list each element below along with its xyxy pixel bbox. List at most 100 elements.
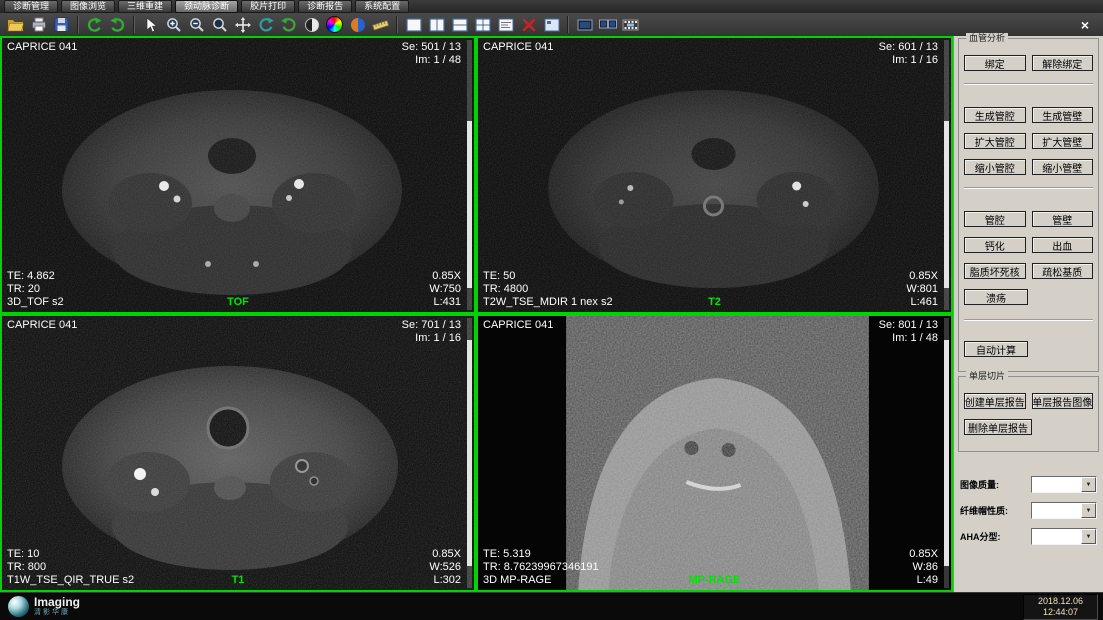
zoom-in-icon[interactable] [163, 15, 184, 35]
lumen-button[interactable]: 管腔 [964, 211, 1026, 227]
ts-imaging-logo-icon [8, 596, 29, 617]
delete-icon[interactable] [518, 15, 539, 35]
bind-button[interactable]: 绑定 [964, 55, 1026, 71]
toolbar-separator [396, 16, 398, 33]
image-scrollbar[interactable] [467, 40, 472, 310]
chevron-down-icon[interactable]: ▼ [1081, 529, 1096, 544]
menu-bar: 诊断管理 图像浏览 三维重建 颈动脉诊断 胶片打印 诊断报告 系统配置 [0, 0, 1103, 13]
image-quality-label: 图像质量: [960, 478, 999, 491]
brand-subtitle: 清影华康 [34, 609, 80, 617]
cine-icon[interactable] [620, 15, 641, 35]
image-quality-select[interactable]: ▼ [1031, 476, 1097, 493]
ulcer-button[interactable]: 溃疡 [964, 289, 1028, 305]
rotate-cw-icon[interactable] [278, 15, 299, 35]
datetime-display: 2018.12.06 12:44:07 [1023, 594, 1098, 620]
shrink-lumen-button[interactable]: 缩小管腔 [964, 159, 1026, 175]
scrollbar-thumb[interactable] [944, 121, 949, 288]
overlay-icon[interactable] [541, 15, 562, 35]
image-scrollbar[interactable] [944, 318, 949, 588]
layout-2x2-icon[interactable] [472, 15, 493, 35]
wall-button[interactable]: 管壁 [1032, 211, 1094, 227]
loose-matrix-button[interactable]: 疏松基质 [1032, 263, 1094, 279]
unbind-button[interactable]: 解除绑定 [1032, 55, 1094, 71]
shrink-wall-button[interactable]: 缩小管壁 [1032, 159, 1094, 175]
color-wheel-icon[interactable] [324, 15, 345, 35]
menu-image-browse[interactable]: 图像浏览 [61, 0, 115, 13]
layout-2x1-icon[interactable] [426, 15, 447, 35]
menu-3d-reconstruction[interactable]: 三维重建 [118, 0, 172, 13]
calcification-button[interactable]: 钙化 [964, 237, 1026, 253]
viewport-t2[interactable]: CAPRICE 041 Se: 601 / 13Im: 1 / 16 TE: 5… [476, 36, 953, 314]
menu-film-print[interactable]: 胶片打印 [241, 0, 295, 13]
slice-report-image-button[interactable]: 单层报告图像 [1032, 393, 1094, 409]
viewport-t1[interactable]: CAPRICE 041 Se: 701 / 13Im: 1 / 16 TE: 1… [0, 314, 476, 592]
chevron-down-icon[interactable]: ▼ [1081, 503, 1096, 518]
undo-icon[interactable] [84, 15, 105, 35]
display-params: 0.85XW:86L:49 [909, 548, 938, 587]
create-wall-button[interactable]: 生成管壁 [1032, 107, 1094, 123]
divider [964, 319, 1093, 321]
window-level-icon[interactable] [301, 15, 322, 35]
hemorrhage-button[interactable]: 出血 [1032, 237, 1094, 253]
series-info: Se: 801 / 13Im: 1 / 48 [879, 319, 938, 345]
patient-label: CAPRICE 041 [483, 41, 553, 54]
right-panel: 血管分析 绑定 解除绑定 生成管腔 生成管壁 扩大管腔 扩大管壁 缩小管腔 缩小… [953, 36, 1103, 592]
scrollbar-thumb[interactable] [944, 340, 949, 567]
open-study-icon[interactable] [5, 15, 26, 35]
rotate-ccw-icon[interactable] [255, 15, 276, 35]
scrollbar-thumb[interactable] [467, 121, 472, 288]
screen-dual-icon[interactable] [597, 15, 618, 35]
fiber-cap-select[interactable]: ▼ [1031, 502, 1097, 519]
annotation-icon[interactable] [495, 15, 516, 35]
expand-wall-button[interactable]: 扩大管壁 [1032, 133, 1094, 149]
date-text: 2018.12.06 [1038, 596, 1083, 607]
display-params: 0.85XW:750L:431 [429, 270, 461, 309]
layout-1x2-icon[interactable] [449, 15, 470, 35]
delete-slice-report-button[interactable]: 删除单层报告 [964, 419, 1032, 435]
menu-diagnosis-management[interactable]: 诊断管理 [4, 0, 58, 13]
brand-name: Imaging [34, 596, 80, 609]
aha-type-select[interactable]: ▼ [1031, 528, 1097, 545]
toolbar: × [0, 13, 1103, 36]
display-params: 0.85XW:801L:461 [906, 270, 938, 309]
print-icon[interactable] [28, 15, 49, 35]
series-info: Se: 601 / 13Im: 1 / 16 [879, 41, 938, 67]
pan-icon[interactable] [232, 15, 253, 35]
image-scrollbar[interactable] [944, 40, 949, 310]
layout-1x1-icon[interactable] [403, 15, 424, 35]
time-text: 12:44:07 [1038, 607, 1083, 618]
image-scrollbar[interactable] [467, 318, 472, 588]
screen-single-icon[interactable] [574, 15, 595, 35]
toolbar-separator [77, 16, 79, 33]
magnifier-icon[interactable] [209, 15, 230, 35]
create-lumen-button[interactable]: 生成管腔 [964, 107, 1026, 123]
modality-label: T1 [2, 574, 474, 587]
modality-label: TOF [2, 296, 474, 309]
scrollbar-thumb[interactable] [467, 340, 472, 567]
zoom-out-icon[interactable] [186, 15, 207, 35]
chevron-down-icon[interactable]: ▼ [1081, 477, 1096, 492]
viewport-tof[interactable]: CAPRICE 041 Se: 501 / 13Im: 1 / 48 TE: 4… [0, 36, 476, 314]
toolbar-separator [133, 16, 135, 33]
save-icon[interactable] [51, 15, 72, 35]
modality-label: T2 [478, 296, 951, 309]
auto-calculate-button[interactable]: 自动计算 [964, 341, 1028, 357]
menu-system-config[interactable]: 系统配置 [355, 0, 409, 13]
create-slice-report-button[interactable]: 创建单层报告 [964, 393, 1026, 409]
menu-carotid-diagnosis[interactable]: 颈动脉诊断 [175, 0, 238, 13]
lipid-core-button[interactable]: 脂质坏死核 [964, 263, 1026, 279]
viewport-mprage[interactable]: CAPRICE 041 Se: 801 / 13Im: 1 / 48 TE: 5… [476, 314, 953, 592]
patient-label: CAPRICE 041 [7, 41, 77, 54]
series-info: Se: 501 / 13Im: 1 / 48 [402, 41, 461, 67]
redo-icon[interactable] [107, 15, 128, 35]
close-icon[interactable]: × [1072, 15, 1098, 35]
measure-icon[interactable] [370, 15, 391, 35]
vessel-analysis-group: 血管分析 绑定 解除绑定 生成管腔 生成管壁 扩大管腔 扩大管壁 缩小管腔 缩小… [958, 38, 1099, 372]
slice-group-title: 单层切片 [966, 371, 1008, 381]
modality-label: MP-RAGE [478, 574, 951, 587]
cursor-icon[interactable] [140, 15, 161, 35]
invert-icon[interactable] [347, 15, 368, 35]
expand-lumen-button[interactable]: 扩大管腔 [964, 133, 1026, 149]
menu-diagnosis-report[interactable]: 诊断报告 [298, 0, 352, 13]
divider [964, 83, 1093, 85]
